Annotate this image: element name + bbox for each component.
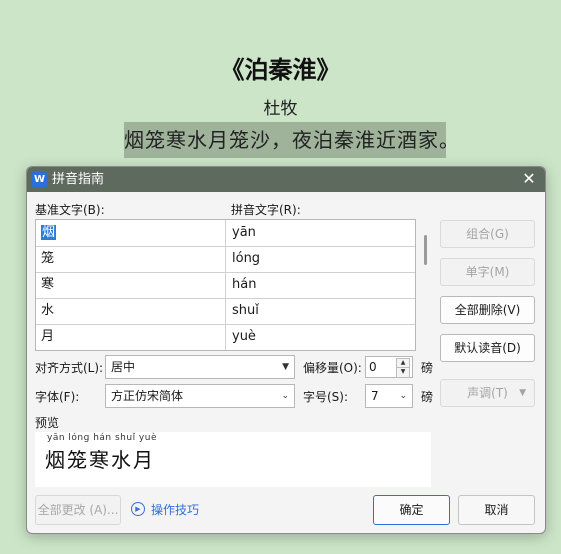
chevron-down-icon: ▼ [519, 388, 526, 398]
size-select[interactable]: 7 ⌄ [365, 384, 413, 408]
tone-button[interactable]: 声调(T) ▼ [440, 379, 535, 407]
preview-box: yān lóng hán shuǐ yuè 烟笼寒水月 [35, 432, 431, 487]
pinyin-text-cell[interactable]: yān [227, 220, 415, 246]
selected-poem-line[interactable]: 烟笼寒水月笼沙，夜泊秦淮近酒家。 [124, 122, 446, 158]
grid-row: 月 yuè [36, 324, 415, 350]
pinyin-guide-dialog: W 拼音指南 ✕ 基准文字(B): 拼音文字(R): 烟 yān 笼 lóng … [26, 166, 546, 534]
delete-all-button[interactable]: 全部删除(V) [440, 296, 535, 324]
pinyin-text-cell[interactable]: hán [227, 272, 415, 298]
chevron-down-icon: ▼ [282, 362, 289, 372]
wps-writer-icon: W [32, 172, 47, 187]
size-label: 字号(S): [303, 390, 349, 404]
base-text-cell[interactable]: 笼 [36, 246, 226, 272]
dialog-titlebar[interactable]: W 拼音指南 ✕ [27, 167, 545, 192]
offset-label: 偏移量(O): [303, 361, 362, 375]
default-reading-button[interactable]: 默认读音(D) [440, 334, 535, 362]
pinyin-text-label: 拼音文字(R): [231, 203, 301, 217]
base-text-label: 基准文字(B): [35, 203, 105, 217]
size-value: 7 [371, 389, 379, 403]
alignment-select[interactable]: 居中 ▼ [105, 355, 295, 379]
document-title: 《泊秦淮》 [220, 55, 341, 84]
alignment-label: 对齐方式(L): [35, 361, 104, 375]
preview-label: 预览 [35, 416, 60, 430]
single-char-button[interactable]: 单字(M) [440, 258, 535, 286]
offset-unit: 磅 [421, 361, 434, 375]
offset-spinner[interactable]: 0 ▲ ▼ [365, 356, 413, 378]
chevron-down-icon: ⌄ [281, 391, 289, 401]
preview-text: 烟笼寒水月 [45, 448, 155, 472]
base-char: 烟 [41, 225, 57, 240]
base-text-cell[interactable]: 烟 [36, 220, 226, 246]
document-author: 杜牧 [263, 99, 298, 119]
size-unit: 磅 [421, 390, 434, 404]
pinyin-text-cell[interactable]: shuǐ [227, 298, 415, 324]
change-all-button[interactable]: 全部更改 (A)... [35, 495, 121, 525]
alignment-value: 居中 [111, 360, 136, 374]
grid-row: 水 shuǐ [36, 298, 415, 325]
offset-value: 0 [369, 360, 377, 374]
ok-button[interactable]: 确定 [373, 495, 450, 525]
preview-pinyin: yān lóng hán shuǐ yuè [47, 433, 158, 443]
tone-label: 声调(T) [467, 386, 508, 400]
tips-label: 操作技巧 [151, 503, 200, 517]
spin-down-icon[interactable]: ▼ [396, 367, 410, 378]
base-text-cell[interactable]: 寒 [36, 272, 226, 298]
cancel-button[interactable]: 取消 [458, 495, 535, 525]
group-button[interactable]: 组合(G) [440, 220, 535, 248]
font-select[interactable]: 方正仿宋简体 ⌄ [105, 384, 295, 408]
chevron-down-icon: ⌄ [399, 391, 407, 401]
pinyin-grid: 烟 yān 笼 lóng 寒 hán 水 shuǐ 月 yuè [35, 219, 416, 351]
dialog-title: 拼音指南 [52, 172, 105, 187]
font-value: 方正仿宋简体 [111, 389, 184, 403]
play-circle-icon: ▶ [131, 502, 145, 516]
font-label: 字体(F): [35, 390, 80, 404]
grid-row: 笼 lóng [36, 246, 415, 273]
base-text-cell[interactable]: 月 [36, 324, 226, 350]
pinyin-text-cell[interactable]: lóng [227, 246, 415, 272]
grid-row: 寒 hán [36, 272, 415, 299]
pinyin-text-cell[interactable]: yuè [227, 324, 415, 350]
grid-scrollbar[interactable] [424, 235, 427, 265]
close-icon[interactable]: ✕ [519, 169, 539, 189]
grid-row: 烟 yān [36, 220, 415, 247]
base-text-cell[interactable]: 水 [36, 298, 226, 324]
